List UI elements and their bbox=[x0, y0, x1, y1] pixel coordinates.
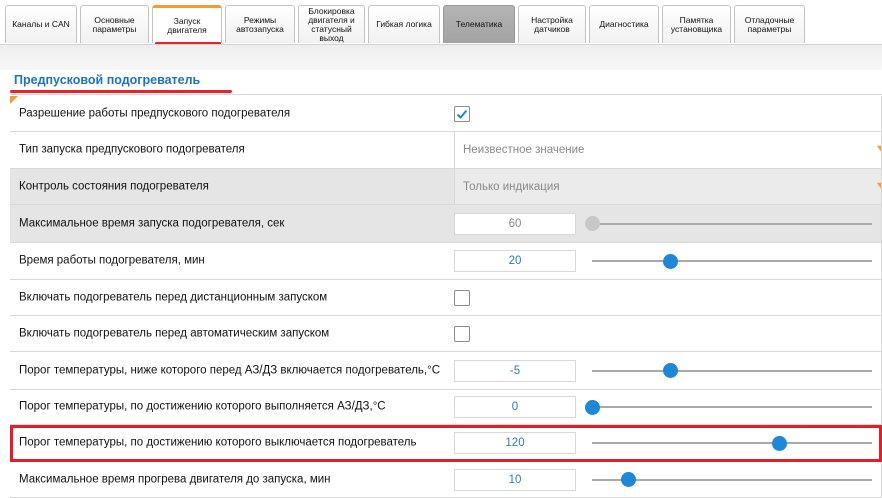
row-label: Контроль состояния подогревателя bbox=[19, 180, 209, 192]
heater-enable-checkbox[interactable] bbox=[454, 105, 470, 122]
row-label: Включать подогреватель перед автоматичес… bbox=[19, 327, 330, 339]
modified-marker bbox=[10, 96, 18, 104]
select-value: Только индикация bbox=[463, 180, 560, 193]
row-label: Максимальное время запуска подогревателя… bbox=[19, 217, 285, 229]
tab-engine-start[interactable]: Запуск двигателя bbox=[152, 5, 222, 43]
row-label: Порог температуры, по достижению которог… bbox=[19, 436, 417, 449]
settings-row: Порог температуры, по достижению которог… bbox=[10, 425, 882, 462]
settings-row: Разрешение работы предпускового подогрев… bbox=[10, 96, 882, 132]
tab-telematics[interactable]: Телематика bbox=[443, 5, 515, 43]
slider-track[interactable] bbox=[584, 399, 872, 415]
row-label: Максимальное время прогрева двигателя до… bbox=[19, 473, 331, 485]
section-title: Предпусковой подогреватель bbox=[14, 73, 201, 87]
tab-bar: Каналы и CAN Основные параметры Запуск д… bbox=[0, 0, 882, 45]
heater-control-select[interactable]: Только индикация bbox=[454, 169, 881, 204]
settings-row: Порог температуры, по достижению которог… bbox=[10, 390, 882, 425]
tab-autostart-modes[interactable]: Режимы автозапуска bbox=[225, 5, 295, 43]
row-label: Время работы подогревателя, мин bbox=[19, 254, 205, 267]
slider-track[interactable] bbox=[592, 253, 872, 269]
row-label: Тип запуска предпускового подогревателя bbox=[19, 143, 245, 156]
slider-track[interactable] bbox=[592, 472, 872, 487]
value-input[interactable]: 0 bbox=[454, 396, 576, 418]
settings-row: Максимальное время прогрева двигателя до… bbox=[10, 462, 882, 498]
slider-thumb[interactable] bbox=[772, 435, 788, 451]
section-divider bbox=[10, 94, 882, 95]
settings-row: Контроль состояния подогревателя Только … bbox=[10, 169, 882, 205]
row-label: Разрешение работы предпускового подогрев… bbox=[19, 107, 291, 119]
tab-sensor-settings[interactable]: Настройка датчиков bbox=[518, 5, 586, 43]
row-label: Порог температуры, ниже которого перед А… bbox=[19, 364, 441, 376]
dropdown-caret-icon bbox=[877, 182, 881, 189]
toolbar-band bbox=[0, 44, 882, 70]
dropdown-caret-icon bbox=[877, 145, 881, 152]
slider-track[interactable] bbox=[592, 435, 872, 451]
remote-start-heater-checkbox[interactable] bbox=[454, 289, 470, 306]
tab-installer-notes[interactable]: Памятка установщика bbox=[662, 5, 731, 43]
settings-row: Тип запуска предпускового подогревателя … bbox=[10, 132, 882, 169]
slider-thumb[interactable] bbox=[620, 472, 636, 487]
checkmark-icon bbox=[456, 109, 468, 119]
tab-flex-logic[interactable]: Гибкая логика bbox=[368, 5, 440, 43]
settings-row: Максимальное время запуска подогревателя… bbox=[10, 205, 882, 243]
heater-start-type-select[interactable]: Неизвестное значение bbox=[454, 132, 881, 168]
value-input[interactable]: 10 bbox=[454, 468, 576, 491]
value-input[interactable]: 120 bbox=[454, 432, 576, 454]
section-title-annotation bbox=[10, 90, 232, 93]
auto-start-heater-checkbox[interactable] bbox=[454, 325, 470, 342]
tab-engine-lock[interactable]: Блокировка двигателя и статусный выход bbox=[298, 5, 365, 43]
slider-thumb[interactable] bbox=[662, 363, 678, 378]
slider-track[interactable] bbox=[584, 216, 872, 231]
settings-row: Включать подогреватель перед автоматичес… bbox=[10, 316, 882, 352]
row-label: Включать подогреватель перед дистанционн… bbox=[19, 291, 328, 303]
slider-thumb[interactable] bbox=[584, 216, 600, 231]
slider-track[interactable] bbox=[592, 363, 872, 378]
tab-basic-params[interactable]: Основные параметры bbox=[80, 5, 149, 43]
value-input[interactable]: 20 bbox=[454, 250, 576, 272]
settings-row: Порог температуры, ниже которого перед А… bbox=[10, 352, 882, 390]
row-label: Порог температуры, по достижению которог… bbox=[19, 400, 386, 413]
settings-row: Включать подогреватель перед дистанционн… bbox=[10, 280, 882, 316]
tab-debug-params[interactable]: Отладочные параметры bbox=[734, 5, 805, 43]
select-value: Неизвестное значение bbox=[463, 144, 585, 156]
slider-thumb[interactable] bbox=[584, 399, 600, 415]
tab-diagnostics[interactable]: Диагностика bbox=[589, 5, 659, 43]
tab-channels-can[interactable]: Каналы и CAN bbox=[5, 5, 77, 43]
slider-thumb[interactable] bbox=[662, 253, 678, 269]
value-input[interactable]: -5 bbox=[454, 359, 576, 382]
settings-row: Время работы подогревателя, мин 20 bbox=[10, 243, 882, 280]
value-input[interactable]: 60 bbox=[454, 212, 576, 235]
